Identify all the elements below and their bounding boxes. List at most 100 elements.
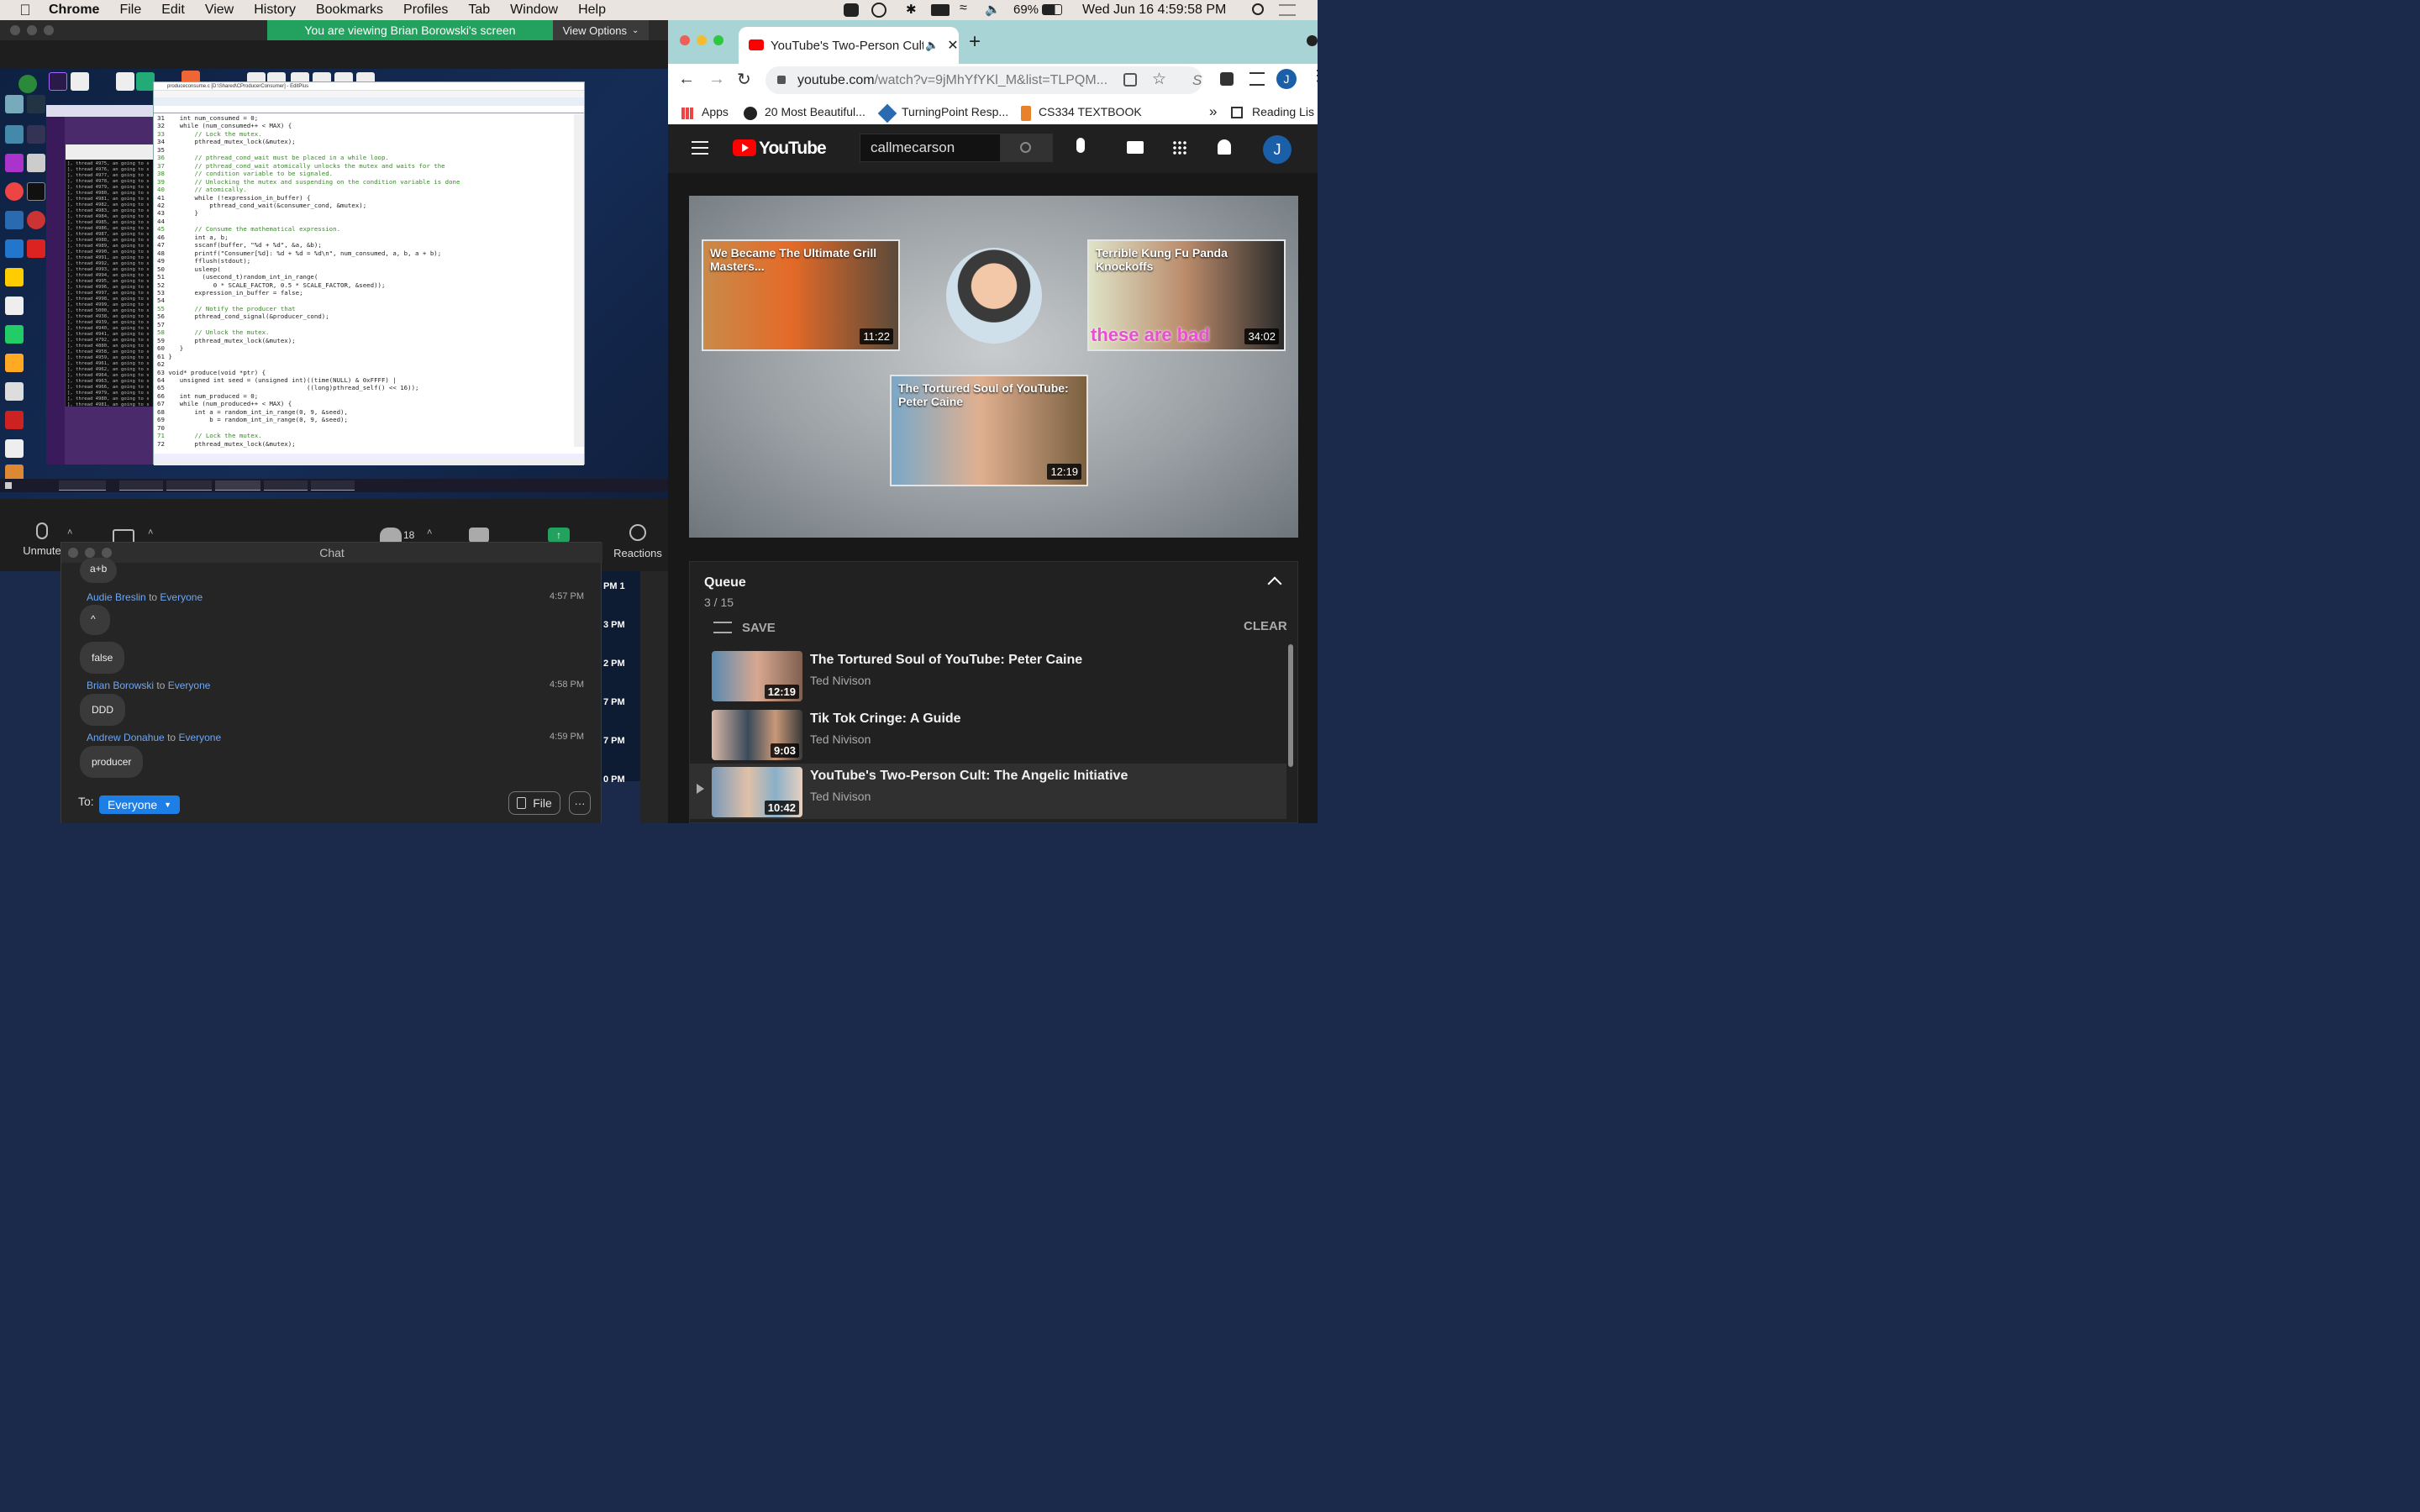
install-app-icon[interactable] xyxy=(1123,73,1137,87)
code-line: 72 pthread_mutex_lock(&mutex); xyxy=(157,439,296,448)
fullscreen-window-button[interactable] xyxy=(713,35,723,45)
video-player[interactable]: We Became The Ultimate Grill Masters... … xyxy=(689,196,1298,538)
address-bar[interactable]: youtube.com/watch?v=9jMhYfYKl_M&list=TLP… xyxy=(765,66,1202,94)
close-window-button[interactable] xyxy=(68,548,78,558)
close-window-button[interactable] xyxy=(680,35,690,45)
clear-queue-button[interactable]: CLEAR xyxy=(1244,619,1287,633)
apple-icon[interactable]:  xyxy=(17,2,34,19)
speaker-icon[interactable]: 🔈 xyxy=(925,39,939,52)
endscreen-video[interactable]: Terrible Kung Fu Panda Knockoffs these a… xyxy=(1087,239,1286,351)
search-input[interactable]: callmecarson xyxy=(860,134,1001,162)
bookmark-star-icon[interactable]: ☆ xyxy=(1152,70,1166,89)
spotlight-search-icon[interactable] xyxy=(1252,3,1264,15)
more-options-button[interactable]: ··· xyxy=(569,791,591,815)
fullscreen-window-button[interactable] xyxy=(102,548,112,558)
taskbar-app-browser[interactable] xyxy=(59,480,106,491)
apps-grid-icon[interactable] xyxy=(1172,140,1187,155)
participants-icon[interactable] xyxy=(380,528,402,543)
share-screen-icon[interactable]: ↑ xyxy=(548,528,570,543)
view-options-button[interactable]: View Options ⌄ xyxy=(553,20,649,40)
windows-start-icon[interactable] xyxy=(5,482,12,489)
menu-app-name[interactable]: Chrome xyxy=(49,3,99,18)
menu-file[interactable]: File xyxy=(119,3,141,18)
bluetooth-icon[interactable]: ✱ xyxy=(906,2,917,17)
media-control-icon[interactable] xyxy=(1249,72,1265,86)
microphone-icon[interactable] xyxy=(1076,138,1085,153)
menu-edit[interactable]: Edit xyxy=(161,3,185,18)
reactions-button[interactable]: Reactions xyxy=(610,524,666,566)
create-video-icon[interactable] xyxy=(1127,141,1144,154)
chevron-up-icon[interactable]: ˄ xyxy=(427,528,432,538)
time-machine-icon[interactable] xyxy=(871,3,886,18)
minimize-window-button[interactable] xyxy=(27,25,37,35)
taskbar-app-meeting-controls[interactable] xyxy=(311,480,355,491)
browser-tab[interactable]: YouTube's Two-Person Cult 🔈 ✕ xyxy=(739,27,959,64)
menu-history[interactable]: History xyxy=(254,3,296,18)
control-center-icon[interactable] xyxy=(1279,4,1296,16)
battery-icon[interactable] xyxy=(1042,4,1062,15)
reading-list[interactable]: Reading Lis xyxy=(1252,105,1314,118)
channel-avatar[interactable] xyxy=(946,248,1042,344)
puzzle-extensions-icon[interactable] xyxy=(1220,72,1234,86)
close-tab-icon[interactable]: ✕ xyxy=(947,37,958,54)
extension-s-icon[interactable]: S xyxy=(1192,72,1202,89)
new-tab-button[interactable]: + xyxy=(969,30,981,54)
bookmark-turningpoint[interactable]: TurningPoint Resp... xyxy=(902,105,1008,118)
menu-tab[interactable]: Tab xyxy=(468,3,490,18)
editor-scrollbar[interactable] xyxy=(574,114,584,447)
save-queue-button[interactable]: SAVE xyxy=(713,617,776,638)
chevron-up-icon[interactable]: ˄ xyxy=(67,528,72,538)
back-arrow-icon[interactable]: ← xyxy=(678,70,695,89)
queue-item[interactable]: 12:19 The Tortured Soul of YouTube: Pete… xyxy=(690,648,1286,703)
notifications-bell-icon[interactable] xyxy=(1218,139,1231,155)
hamburger-menu-icon[interactable] xyxy=(692,141,708,155)
terminal-window[interactable]: ], thread 4975, an going to s], thread 4… xyxy=(66,144,155,407)
code-editor-window[interactable]: produceconsume.c [D:\Shared\CProducerCon… xyxy=(153,81,585,465)
taskbar-app-editor[interactable] xyxy=(215,480,260,491)
bookmarks-overflow[interactable]: » xyxy=(1209,103,1217,120)
forward-arrow-icon[interactable]: → xyxy=(708,70,725,89)
fullscreen-window-button[interactable] xyxy=(44,25,54,35)
minimize-window-button[interactable] xyxy=(697,35,707,45)
youtube-logo-text[interactable]: YouTube xyxy=(759,139,827,159)
youtube-logo-icon[interactable] xyxy=(733,139,756,156)
microphone-muted-icon xyxy=(36,522,48,539)
wifi-icon[interactable]: ≈ xyxy=(960,1,967,16)
menu-window[interactable]: Window xyxy=(510,3,558,18)
unmute-button[interactable]: Unmute xyxy=(18,522,66,564)
bookmark-apps[interactable]: Apps xyxy=(702,105,729,118)
chat-icon[interactable] xyxy=(469,528,489,543)
recipient-dropdown[interactable]: Everyone ▼ xyxy=(99,795,181,814)
kebab-menu-icon[interactable]: ⋮ xyxy=(1310,67,1318,85)
endscreen-video[interactable]: The Tortured Soul of YouTube: Peter Cain… xyxy=(890,375,1088,486)
endscreen-video[interactable]: We Became The Ultimate Grill Masters... … xyxy=(702,239,900,351)
menu-profiles[interactable]: Profiles xyxy=(403,3,448,18)
menu-help[interactable]: Help xyxy=(578,3,606,18)
queue-item-now-playing[interactable]: 10:42 YouTube's Two-Person Cult: The Ang… xyxy=(690,764,1286,819)
volume-icon[interactable]: 🔈 xyxy=(985,2,1001,17)
profile-avatar[interactable]: J xyxy=(1276,69,1297,89)
apps-grid-icon[interactable] xyxy=(681,108,693,119)
collapse-chevron-up-icon[interactable] xyxy=(1267,576,1282,591)
bookmark-cs334-textbook[interactable]: CS334 TEXTBOOK xyxy=(1039,105,1142,118)
taskbar-app-zoom[interactable] xyxy=(264,480,308,491)
zoom-status-icon[interactable] xyxy=(844,3,859,17)
taskbar-app-ubuntu[interactable] xyxy=(166,480,212,491)
search-button[interactable] xyxy=(1001,134,1053,162)
account-avatar[interactable]: J xyxy=(1263,135,1292,164)
queue-scrollbar[interactable] xyxy=(1288,644,1293,767)
close-window-button[interactable] xyxy=(10,25,20,35)
menu-bookmarks[interactable]: Bookmarks xyxy=(316,3,383,18)
keyboard-icon[interactable] xyxy=(931,4,950,16)
minimize-window-button[interactable] xyxy=(85,548,95,558)
queue-item[interactable]: 9:03 Tik Tok Cringe: A Guide Ted Nivison xyxy=(690,706,1286,762)
tab-search-icon[interactable] xyxy=(1307,35,1318,46)
menu-view[interactable]: View xyxy=(205,3,234,18)
reload-icon[interactable]: ↻ xyxy=(737,69,751,90)
file-button[interactable]: File xyxy=(508,791,560,815)
menubar-clock[interactable]: Wed Jun 16 4:59:58 PM xyxy=(1082,3,1226,18)
bookmark-20-most-beautiful[interactable]: 20 Most Beautiful... xyxy=(765,105,865,118)
chevron-up-icon[interactable]: ˄ xyxy=(148,528,153,538)
taskbar-app-virtualbox[interactable] xyxy=(119,480,163,491)
editor-code[interactable]: 31 int num_consumed = 0; 32 while (num_co… xyxy=(154,114,574,450)
